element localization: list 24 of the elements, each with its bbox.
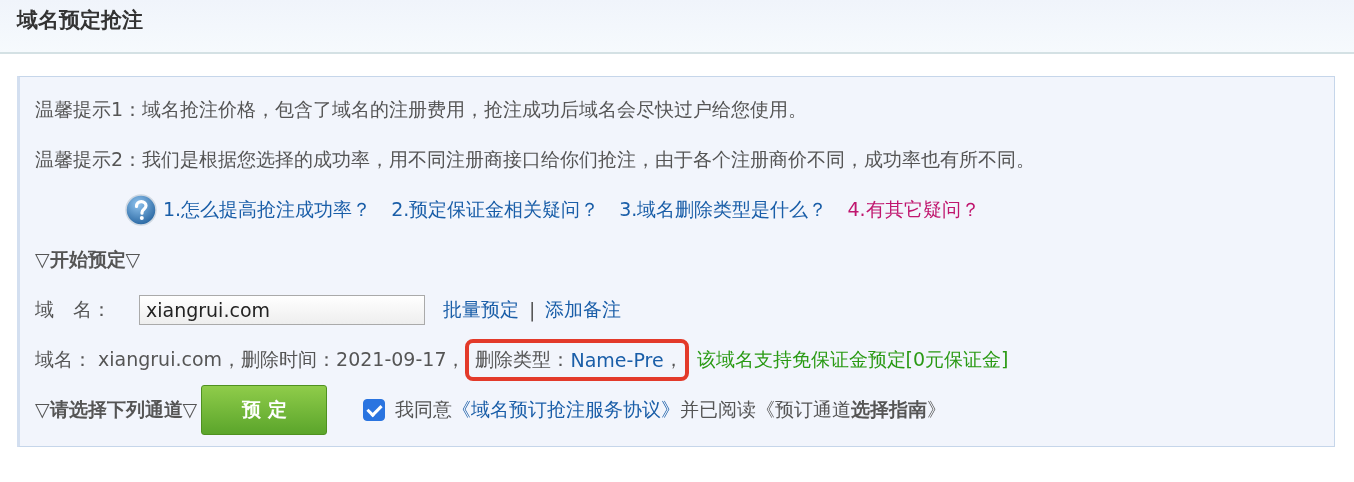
batch-link[interactable]: 批量预定 xyxy=(443,297,519,323)
agreement-link[interactable]: 《域名预订抢注服务协议》 xyxy=(452,397,681,423)
help-icon xyxy=(125,194,157,226)
link-separator: | xyxy=(529,299,536,321)
delete-type-label: 删除类型： xyxy=(475,347,571,372)
tip-text: 温馨提示1：域名抢注价格，包含了域名的注册费用，抢注成功后域名会尽快过户给您使用。 xyxy=(35,97,808,122)
guide-text: 并已阅读《预订通道选择指南》 xyxy=(680,397,947,422)
comma-text: ， xyxy=(663,347,683,372)
domain-input[interactable]: xiangrui.com xyxy=(139,295,425,325)
help-link[interactable]: 2.预定保证金相关疑问？ xyxy=(391,197,600,223)
help-link[interactable]: 4.有其它疑问？ xyxy=(847,197,980,223)
domain-info-text: 域名： xiangrui.com，删除时间：2021-09-17， xyxy=(35,347,466,372)
page-title: 域名预定抢注 xyxy=(17,7,144,34)
field-label: 域 名： xyxy=(35,297,112,322)
deposit-notice: 该域名支持免保证金预定[0元保证金] xyxy=(696,347,1009,372)
agree-text: 我同意 xyxy=(395,397,453,422)
help-link[interactable]: 1.怎么提高抢注成功率？ xyxy=(163,197,372,223)
section-heading: ▽开始预定▽ xyxy=(35,247,141,272)
channel-heading: ▽请选择下列通道▽ xyxy=(35,397,198,422)
tip-text: 温馨提示2：我们是根据您选择的成功率，用不同注册商接口给你们抢注，由于各个注册商价不同，成功率也有所不同。 xyxy=(35,147,1036,172)
delete-type-value: Name-Pre xyxy=(570,349,664,371)
note-link[interactable]: 添加备注 xyxy=(545,297,622,323)
help-link[interactable]: 3.域名删除类型是什么？ xyxy=(619,197,828,223)
agree-checkbox[interactable] xyxy=(363,399,386,421)
